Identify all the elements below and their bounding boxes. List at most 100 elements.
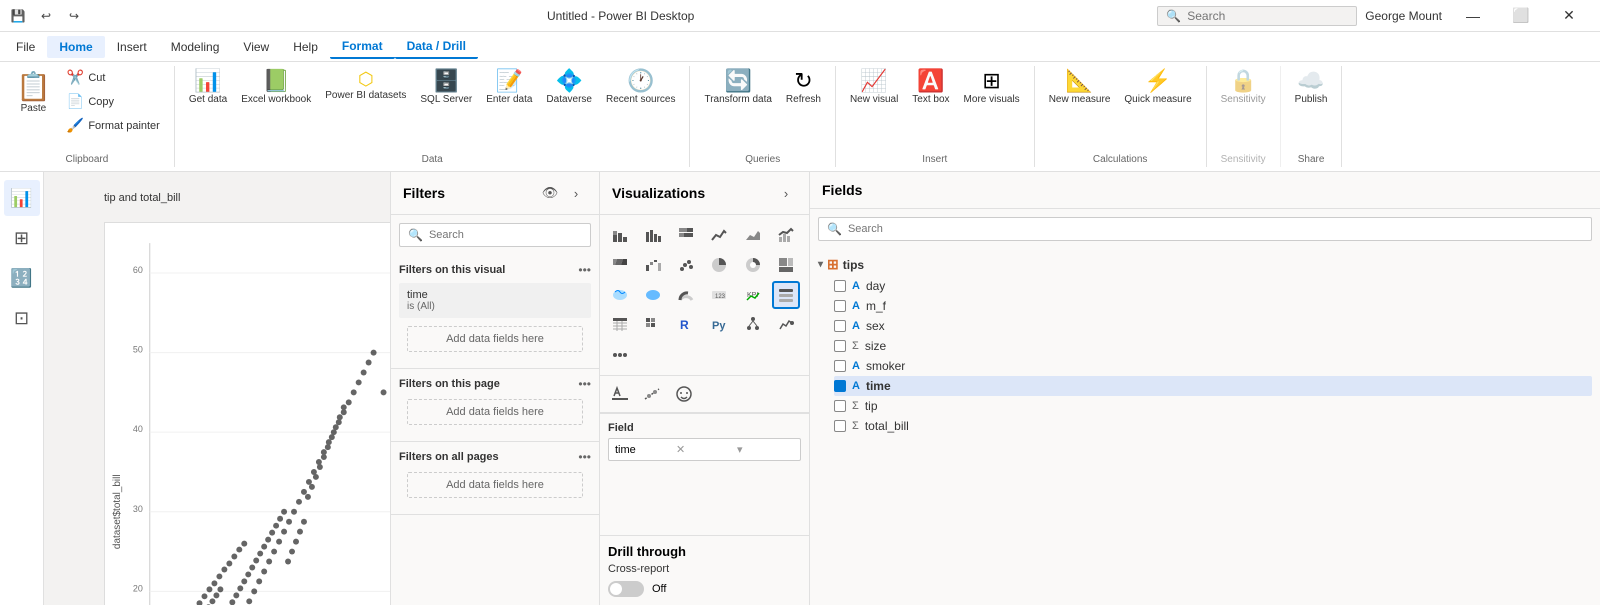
viz-line-bar[interactable] <box>772 221 800 249</box>
new-visual-button[interactable]: 📈 New visual <box>844 66 904 109</box>
format-icon[interactable] <box>606 380 634 408</box>
fields-search-input[interactable] <box>848 223 1583 235</box>
refresh-button[interactable]: ↻ Refresh <box>780 66 827 109</box>
transform-data-button[interactable]: 🔄 Transform data <box>698 66 777 109</box>
sidebar-model-view[interactable]: 🔢 <box>4 260 40 296</box>
sidebar-dax-view[interactable]: ⊡ <box>4 300 40 336</box>
field-mf[interactable]: A m_f <box>834 296 1592 316</box>
filters-on-all-pages-menu[interactable]: ••• <box>578 450 591 464</box>
field-clear-icon[interactable]: ✕ <box>676 443 733 456</box>
dataverse-button[interactable]: 💠 Dataverse <box>540 66 598 109</box>
filters-search-box[interactable]: 🔍 <box>399 223 591 247</box>
viz-r-visual[interactable]: R <box>672 311 700 339</box>
field-smoker[interactable]: A smoker <box>834 356 1592 376</box>
field-size[interactable]: Σ size <box>834 336 1592 356</box>
viz-donut[interactable] <box>739 251 767 279</box>
filter-field-time[interactable]: time is (All) <box>399 283 591 318</box>
viz-treemap[interactable] <box>772 251 800 279</box>
total-bill-checkbox[interactable] <box>834 420 846 432</box>
field-sex[interactable]: A sex <box>834 316 1592 336</box>
menu-view[interactable]: View <box>231 36 281 58</box>
viz-pie[interactable] <box>705 251 733 279</box>
menu-insert[interactable]: Insert <box>105 36 159 58</box>
sidebar-data-view[interactable]: ⊞ <box>4 220 40 256</box>
filters-on-visual-menu[interactable]: ••• <box>578 263 591 277</box>
tips-dataset[interactable]: ▾ ⊞ tips <box>818 253 1592 276</box>
viz-ribbon[interactable] <box>606 251 634 279</box>
filters-on-page-menu[interactable]: ••• <box>578 377 591 391</box>
field-tip[interactable]: Σ tip <box>834 396 1592 416</box>
undo-button[interactable]: ↩ <box>36 6 56 26</box>
analytics-icon[interactable] <box>638 380 666 408</box>
viz-filled-map[interactable] <box>639 281 667 309</box>
viz-card[interactable]: 123 <box>705 281 733 309</box>
viz-waterfall[interactable] <box>639 251 667 279</box>
viz-100pct-bar[interactable] <box>672 221 700 249</box>
field-expand-icon[interactable]: ▾ <box>737 443 794 456</box>
more-visuals-button[interactable]: ⊞ More visuals <box>958 66 1026 109</box>
search-bar[interactable]: 🔍 <box>1157 6 1357 26</box>
viz-python[interactable]: Py <box>705 311 733 339</box>
tip-checkbox[interactable] <box>834 400 846 412</box>
field-time[interactable]: A time <box>834 376 1592 396</box>
viz-clustered-bar[interactable] <box>639 221 667 249</box>
sensitivity-button[interactable]: 🔒 Sensitivity <box>1215 66 1272 109</box>
viz-ai-insights[interactable] <box>772 311 800 339</box>
quick-measure-button[interactable]: ⚡ Quick measure <box>1118 66 1197 109</box>
excel-button[interactable]: 📗 Excel workbook <box>235 66 317 109</box>
viz-expand-icon[interactable]: › <box>775 182 797 204</box>
add-data-page-btn[interactable]: Add data fields here <box>407 399 583 425</box>
publish-button[interactable]: ☁️ Publish <box>1289 66 1334 109</box>
paste-button[interactable]: 📋 Paste <box>8 66 59 118</box>
redo-button[interactable]: ↪ <box>64 6 84 26</box>
title-search-input[interactable] <box>1187 9 1327 23</box>
cut-button[interactable]: ✂️ Cut <box>61 66 166 89</box>
fields-search-box[interactable]: 🔍 <box>818 217 1592 241</box>
menu-data-drill[interactable]: Data / Drill <box>395 35 478 59</box>
viz-table[interactable] <box>606 311 634 339</box>
field-day[interactable]: A day <box>834 276 1592 296</box>
copy-button[interactable]: 📄 Copy <box>61 90 166 113</box>
menu-home[interactable]: Home <box>47 36 104 58</box>
field-total-bill[interactable]: Σ total_bill <box>834 416 1592 436</box>
cross-report-toggle[interactable] <box>608 581 644 597</box>
viz-stacked-bar[interactable] <box>606 221 634 249</box>
format-painter-button[interactable]: 🖌️ Format painter <box>61 114 166 137</box>
add-data-visual-btn[interactable]: Add data fields here <box>407 326 583 352</box>
sidebar-report-view[interactable]: 📊 <box>4 180 40 216</box>
smoker-checkbox[interactable] <box>834 360 846 372</box>
viz-area-chart[interactable] <box>739 221 767 249</box>
field-dropdown[interactable]: time ✕ ▾ <box>608 438 801 461</box>
filter-visibility-toggle[interactable]: 👁 <box>539 182 561 204</box>
viz-scatter[interactable] <box>672 251 700 279</box>
add-data-all-pages-btn[interactable]: Add data fields here <box>407 472 583 498</box>
enter-data-button[interactable]: 📝 Enter data <box>480 66 538 109</box>
viz-decomp-tree[interactable] <box>739 311 767 339</box>
menu-help[interactable]: Help <box>281 36 330 58</box>
day-checkbox[interactable] <box>834 280 846 292</box>
time-checkbox[interactable] <box>834 380 846 392</box>
power-bi-datasets-button[interactable]: ⬡ Power BI datasets <box>319 66 412 105</box>
viz-map[interactable] <box>606 281 634 309</box>
viz-line-chart[interactable] <box>705 221 733 249</box>
menu-format[interactable]: Format <box>330 35 395 59</box>
menu-file[interactable]: File <box>4 36 47 58</box>
sex-checkbox[interactable] <box>834 320 846 332</box>
sql-button[interactable]: 🗄️ SQL Server <box>414 66 478 109</box>
close-button[interactable]: ✕ <box>1546 0 1592 32</box>
maximize-button[interactable]: ⬜ <box>1498 0 1544 32</box>
scatter-chart[interactable]: dataset$total_bill dataset$tip 10 20 30 … <box>104 222 390 605</box>
viz-kpi[interactable]: KPI <box>739 281 767 309</box>
recent-sources-button[interactable]: 🕐 Recent sources <box>600 66 681 109</box>
mf-checkbox[interactable] <box>834 300 846 312</box>
minimize-button[interactable]: — <box>1450 0 1496 32</box>
viz-gauge[interactable] <box>672 281 700 309</box>
viz-slicer[interactable] <box>772 281 800 309</box>
ai-smiley-icon[interactable] <box>670 380 698 408</box>
get-data-button[interactable]: 📊 Get data <box>183 66 233 109</box>
filters-search-input[interactable] <box>429 229 582 241</box>
text-box-button[interactable]: 🅰️ Text box <box>906 66 955 109</box>
save-button[interactable]: 💾 <box>8 6 28 26</box>
viz-matrix[interactable] <box>639 311 667 339</box>
menu-modeling[interactable]: Modeling <box>159 36 232 58</box>
